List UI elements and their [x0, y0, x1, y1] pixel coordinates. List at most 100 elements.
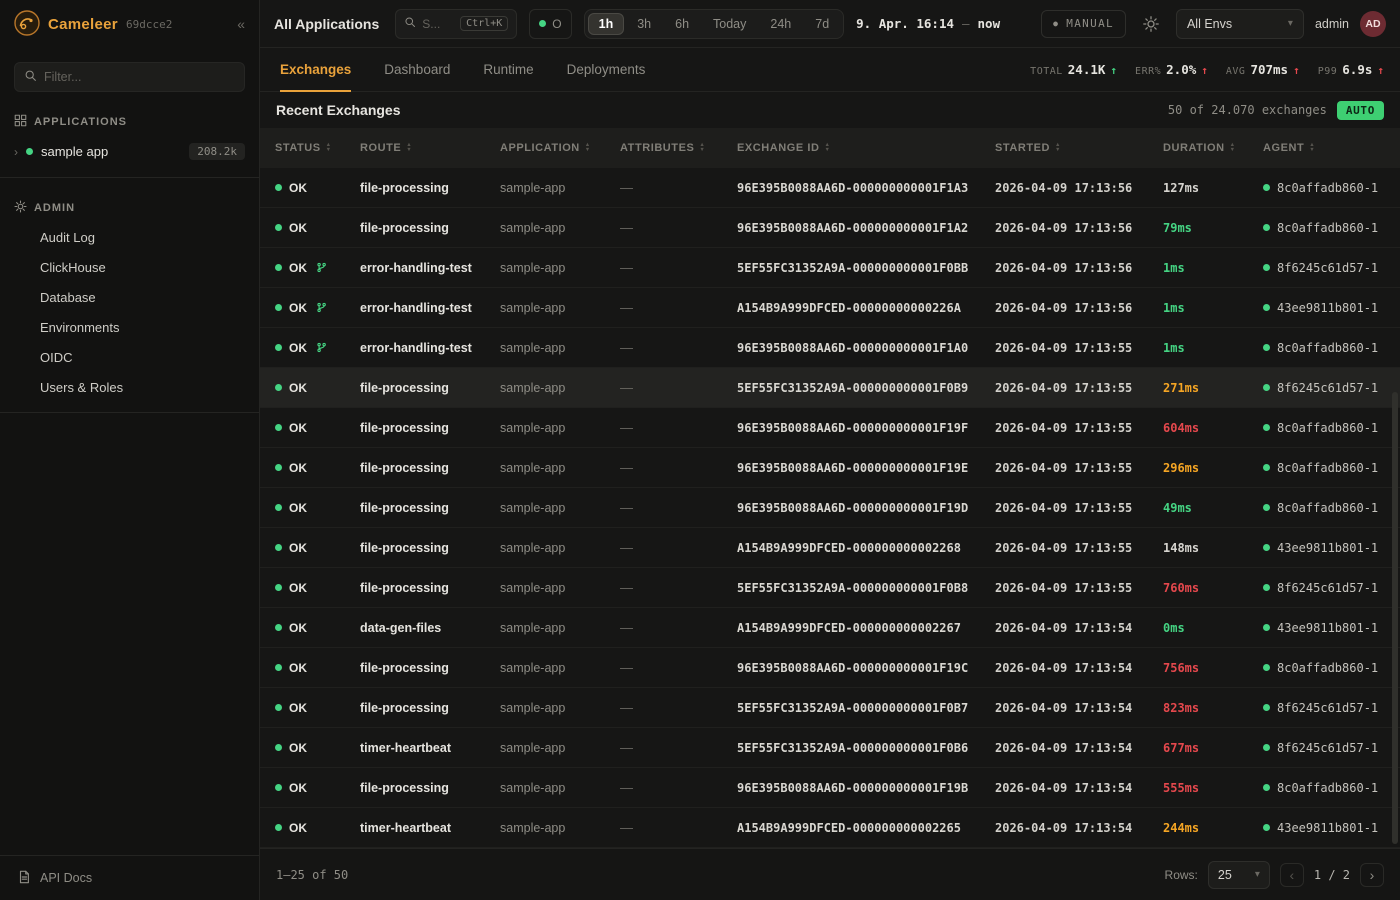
tab-runtime[interactable]: Runtime	[483, 48, 533, 91]
scrollbar[interactable]	[1392, 392, 1398, 844]
refresh-mode-dot: ●	[1053, 19, 1059, 28]
filter-input[interactable]	[44, 70, 235, 84]
attributes-cell: —	[620, 300, 737, 315]
rows-per-page-label: Rows:	[1165, 868, 1198, 882]
sidebar-filter[interactable]	[14, 62, 245, 92]
time-range-7d[interactable]: 7d	[804, 13, 840, 35]
column-header-status[interactable]: STATUS▲▼	[275, 142, 360, 154]
column-header-started[interactable]: STARTED▲▼	[995, 142, 1163, 154]
pagination-range: 1–25 of 50	[276, 868, 348, 882]
cameleer-logo-icon	[14, 10, 40, 39]
agent-status-dot	[1263, 784, 1270, 791]
table-row[interactable]: OKfile-processingsample-app—96E395B0088A…	[260, 648, 1400, 688]
document-icon	[17, 870, 31, 887]
sidebar: Cameleer 69dcce2 « APPLICATIONS › sample…	[0, 0, 260, 900]
section-title: Recent Exchanges	[276, 102, 401, 118]
agent-cell: 8c0affadb860-1	[1263, 661, 1400, 675]
time-range-24h[interactable]: 24h	[759, 13, 802, 35]
duration-cell: 1ms	[1163, 301, 1263, 315]
status-cell: OK	[275, 261, 360, 275]
stat-total: TOTAL24.1K↑	[1030, 62, 1117, 77]
table-row[interactable]: OKfile-processingsample-app—96E395B0088A…	[260, 448, 1400, 488]
column-header-duration[interactable]: DURATION▲▼	[1163, 142, 1263, 154]
exchange-count-summary: 50 of 24.070 exchanges	[1168, 103, 1327, 117]
started-cell: 2026-04-09 17:13:56	[995, 301, 1163, 315]
attributes-cell: —	[620, 220, 737, 235]
date-range[interactable]: 9. Apr. 16:14 – now	[856, 16, 1000, 31]
application-cell: sample-app	[500, 661, 620, 675]
time-range-6h[interactable]: 6h	[664, 13, 700, 35]
duration-cell: 756ms	[1163, 661, 1263, 675]
table-row[interactable]: OKfile-processingsample-app—96E395B0088A…	[260, 488, 1400, 528]
tab-deployments[interactable]: Deployments	[567, 48, 646, 91]
time-range-3h[interactable]: 3h	[626, 13, 662, 35]
table-row[interactable]: OKfile-processingsample-app—96E395B0088A…	[260, 208, 1400, 248]
table-row[interactable]: OKfile-processingsample-app—5EF55FC31352…	[260, 568, 1400, 608]
api-docs-link[interactable]: API Docs	[0, 855, 259, 900]
application-cell: sample-app	[500, 381, 620, 395]
sidebar-item-database[interactable]: Database	[0, 282, 259, 312]
sidebar-item-environments[interactable]: Environments	[0, 312, 259, 342]
table-row[interactable]: OKfile-processingsample-app—96E395B0088A…	[260, 408, 1400, 448]
sidebar-item-users-roles[interactable]: Users & Roles	[0, 372, 259, 402]
column-header-application[interactable]: APPLICATION▲▼	[500, 142, 620, 154]
table-row[interactable]: OKtimer-heartbeatsample-app—5EF55FC31352…	[260, 728, 1400, 768]
table-row[interactable]: OKfile-processingsample-app—A154B9A999DF…	[260, 528, 1400, 568]
status-ok-dot	[275, 344, 282, 351]
table-row[interactable]: OKerror-handling-testsample-app—A154B9A9…	[260, 288, 1400, 328]
duration-cell: 823ms	[1163, 701, 1263, 715]
agent-status-dot	[1263, 584, 1270, 591]
sidebar-item-oidc[interactable]: OIDC	[0, 342, 259, 372]
attributes-cell: —	[620, 620, 737, 635]
status-cell: OK	[275, 621, 360, 635]
sidebar-item-clickhouse[interactable]: ClickHouse	[0, 252, 259, 282]
next-page-button[interactable]: ›	[1360, 863, 1384, 887]
avatar[interactable]: AD	[1360, 11, 1386, 37]
table-row[interactable]: OKfile-processingsample-app—96E395B0088A…	[260, 768, 1400, 808]
agent-status-dot	[1263, 264, 1270, 271]
prev-page-button[interactable]: ‹	[1280, 863, 1304, 887]
time-range-1h[interactable]: 1h	[588, 13, 625, 35]
refresh-mode-label: MANUAL	[1066, 17, 1114, 30]
sidebar-item-sample-app[interactable]: › sample app 208.2k	[0, 136, 259, 167]
exchange-id-cell: 96E395B0088AA6D-000000000001F19C	[737, 661, 995, 675]
table-row[interactable]: OKfile-processingsample-app—5EF55FC31352…	[260, 368, 1400, 408]
env-select[interactable]: All Envs ▾	[1176, 9, 1304, 39]
column-header-exchange-id[interactable]: EXCHANGE ID▲▼	[737, 142, 995, 154]
table-row[interactable]: OKdata-gen-filessample-app—A154B9A999DFC…	[260, 608, 1400, 648]
time-range-today[interactable]: Today	[702, 13, 757, 35]
exchange-id-cell: 96E395B0088AA6D-000000000001F19B	[737, 781, 995, 795]
column-header-route[interactable]: ROUTE▲▼	[360, 142, 500, 154]
started-cell: 2026-04-09 17:13:56	[995, 181, 1163, 195]
table-row[interactable]: OKtimer-heartbeatsample-app—A154B9A999DF…	[260, 808, 1400, 848]
logo[interactable]: Cameleer 69dcce2	[14, 10, 172, 39]
route-cell: file-processing	[360, 581, 500, 595]
sort-icon: ▲▼	[326, 143, 332, 153]
live-status-pill[interactable]: O	[529, 9, 571, 39]
sort-icon: ▲▼	[585, 143, 591, 153]
exchange-id-cell: 96E395B0088AA6D-000000000001F1A3	[737, 181, 995, 195]
rows-per-page-select[interactable]: 25 ▾	[1208, 861, 1270, 889]
theme-toggle-button[interactable]	[1137, 10, 1165, 38]
sidebar-item-audit-log[interactable]: Audit Log	[0, 222, 259, 252]
tab-exchanges[interactable]: Exchanges	[280, 48, 351, 91]
application-cell: sample-app	[500, 261, 620, 275]
page-indicator: 1 / 2	[1314, 868, 1350, 882]
tab-dashboard[interactable]: Dashboard	[384, 48, 450, 91]
column-header-agent[interactable]: AGENT▲▼	[1263, 142, 1400, 154]
stat-err: ERR%2.0%↑	[1135, 62, 1208, 77]
table-row[interactable]: OKfile-processingsample-app—96E395B0088A…	[260, 168, 1400, 208]
agent-status-dot	[1263, 184, 1270, 191]
auto-refresh-badge[interactable]: AUTO	[1337, 101, 1384, 120]
sidebar-collapse-button[interactable]: «	[237, 16, 245, 32]
attributes-cell: —	[620, 820, 737, 835]
column-header-attributes[interactable]: ATTRIBUTES▲▼	[620, 142, 737, 154]
table-row[interactable]: OKfile-processingsample-app—5EF55FC31352…	[260, 688, 1400, 728]
sort-icon: ▲▼	[406, 143, 412, 153]
table-row[interactable]: OKerror-handling-testsample-app—5EF55FC3…	[260, 248, 1400, 288]
global-search[interactable]: S... Ctrl+K	[395, 9, 517, 39]
refresh-mode-button[interactable]: ● MANUAL	[1041, 10, 1126, 38]
sort-icon: ▲▼	[1055, 143, 1061, 153]
table-row[interactable]: OKerror-handling-testsample-app—96E395B0…	[260, 328, 1400, 368]
agent-status-dot	[1263, 504, 1270, 511]
